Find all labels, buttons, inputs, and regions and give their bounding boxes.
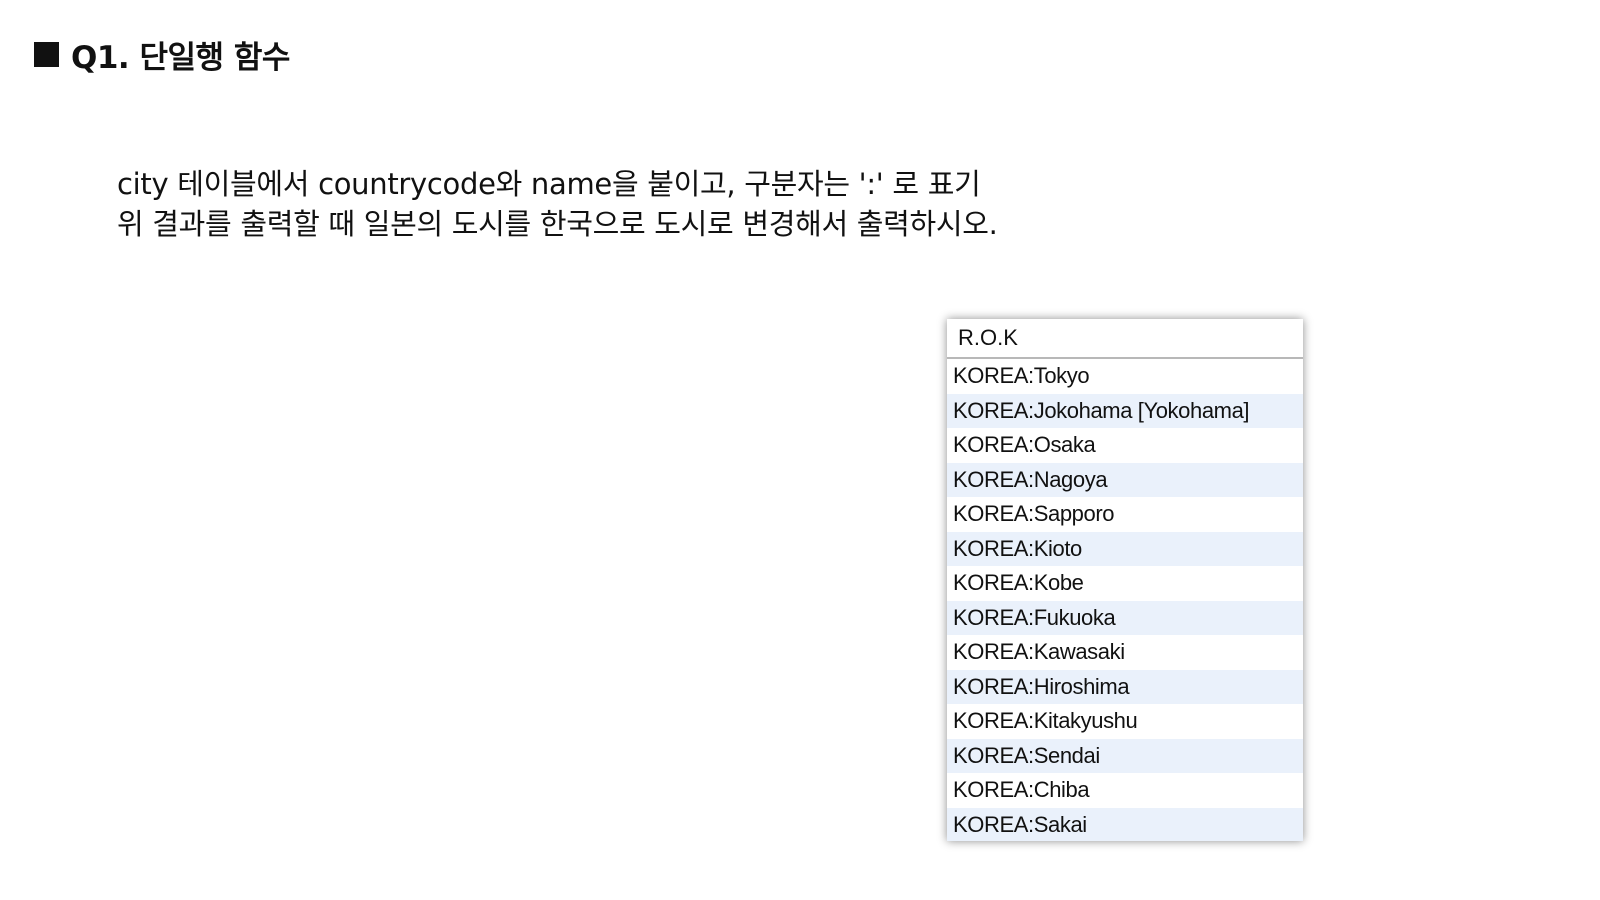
- result-row[interactable]: KOREA:Osaka: [947, 428, 1303, 463]
- slide-title: Q1. 단일행 함수: [34, 34, 290, 76]
- result-row[interactable]: KOREA:Kioto: [947, 531, 1303, 566]
- result-row[interactable]: KOREA:Sakai: [947, 807, 1303, 841]
- result-row[interactable]: KOREA:Hiroshima: [947, 669, 1303, 704]
- result-row[interactable]: KOREA:Kitakyushu: [947, 704, 1303, 739]
- result-row[interactable]: KOREA:Tokyo: [947, 359, 1303, 394]
- result-row[interactable]: KOREA:Sapporo: [947, 497, 1303, 532]
- result-row[interactable]: KOREA:Nagoya: [947, 462, 1303, 497]
- result-row[interactable]: KOREA:Chiba: [947, 773, 1303, 808]
- instruction-line-2: 위 결과를 출력할 때 일본의 도시를 한국으로 도시로 변경해서 출력하시오.: [117, 207, 998, 241]
- result-row[interactable]: KOREA:Jokohama [Yokohama]: [947, 393, 1303, 428]
- result-row[interactable]: KOREA:Fukuoka: [947, 600, 1303, 635]
- query-result-grid: R.O.K KOREA:Tokyo KOREA:Jokohama [Yokoha…: [947, 319, 1303, 841]
- question-instructions: city 테이블에서 countrycode와 name을 붙이고, 구분자는 …: [117, 164, 998, 244]
- result-row[interactable]: KOREA:Sendai: [947, 738, 1303, 773]
- slide-title-text: Q1. 단일행 함수: [71, 39, 290, 76]
- instruction-line-1: city 테이블에서 countrycode와 name을 붙이고, 구분자는 …: [117, 167, 981, 201]
- black-square-icon: [34, 41, 59, 67]
- column-header-rok[interactable]: R.O.K: [947, 319, 1303, 359]
- result-row[interactable]: KOREA:Kobe: [947, 566, 1303, 601]
- result-row[interactable]: KOREA:Kawasaki: [947, 635, 1303, 670]
